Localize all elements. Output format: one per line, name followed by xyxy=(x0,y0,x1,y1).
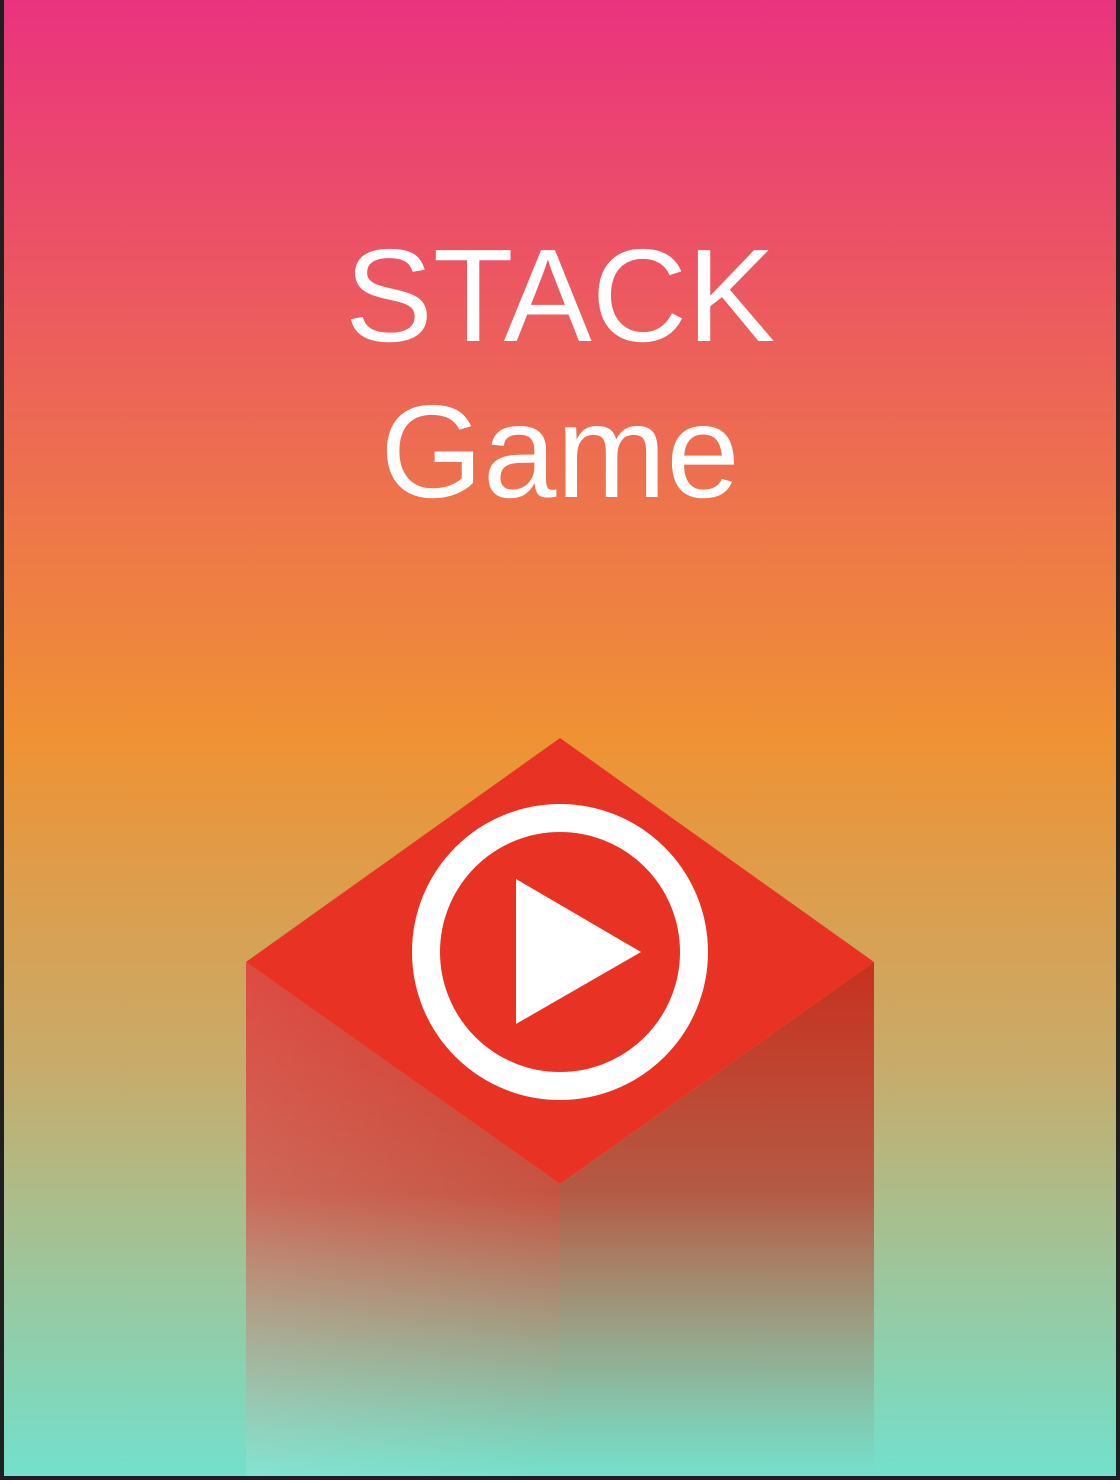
start-block-scene xyxy=(246,738,874,1476)
device-frame: STACK Game xyxy=(0,0,1120,1480)
game-screen: STACK Game xyxy=(4,0,1116,1476)
